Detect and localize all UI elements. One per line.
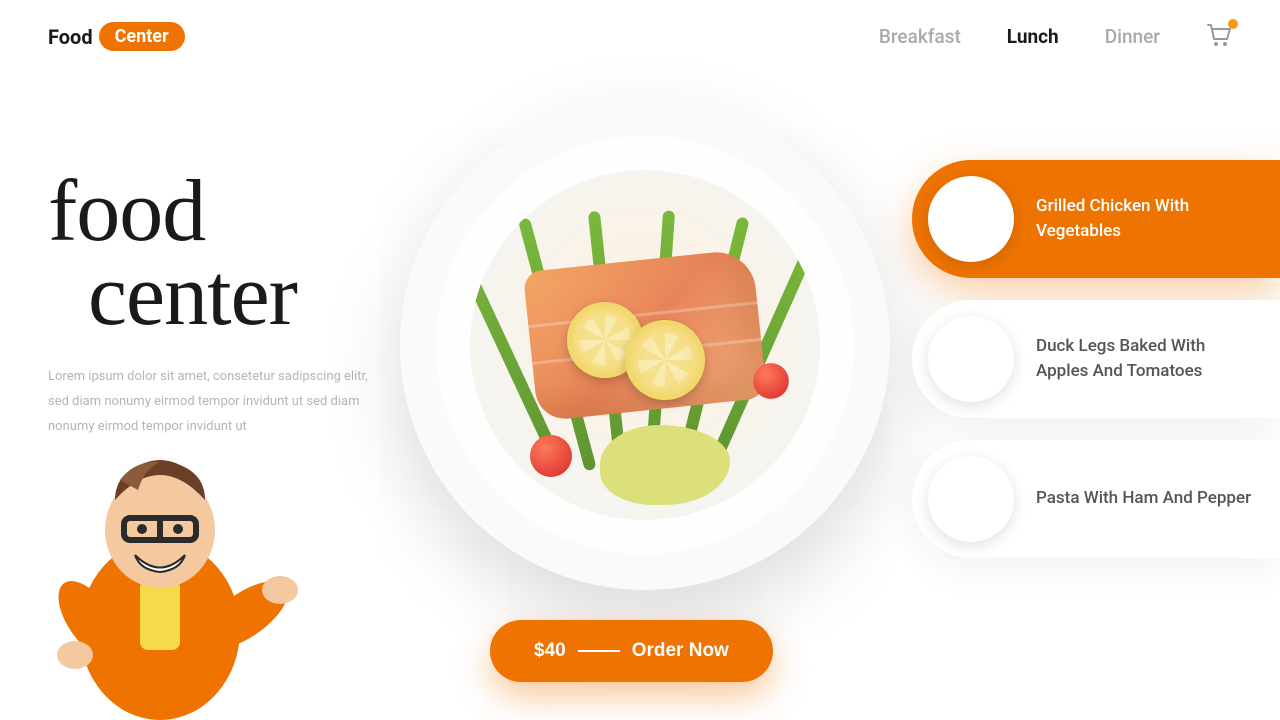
dish-thumbnail (928, 316, 1014, 402)
hero-section: food center Lorem ipsum dolor sit amet, … (48, 170, 398, 439)
dish-thumbnail (928, 176, 1014, 262)
order-price: $40 (534, 640, 566, 662)
menu-item-label: Duck Legs Baked With Apples And Tomatoes (1036, 334, 1256, 385)
nav-item-dinner[interactable]: Dinner (1105, 25, 1160, 48)
menu-item-pasta[interactable]: Pasta With Ham And Pepper (912, 440, 1280, 558)
featured-dish-image (400, 100, 890, 590)
hero-title: food center (48, 170, 398, 337)
logo-word-2: Center (99, 22, 185, 51)
menu-item-duck-legs[interactable]: Duck Legs Baked With Apples And Tomatoes (912, 300, 1280, 418)
menu-list: Grilled Chicken With Vegetables Duck Leg… (912, 160, 1280, 558)
hero-title-line-1: food (48, 163, 205, 260)
order-now-button[interactable]: $40 Order Now (490, 620, 773, 682)
menu-item-label: Grilled Chicken With Vegetables (1036, 194, 1256, 245)
cart-icon[interactable] (1206, 23, 1232, 51)
nav-item-breakfast[interactable]: Breakfast (879, 25, 961, 48)
order-cta-label: Order Now (632, 640, 729, 662)
nav-item-lunch[interactable]: Lunch (1007, 25, 1059, 48)
menu-item-label: Pasta With Ham And Pepper (1036, 486, 1251, 512)
mascot-illustration (20, 420, 300, 720)
divider-icon (578, 650, 620, 652)
dish-thumbnail (928, 456, 1014, 542)
menu-item-grilled-chicken[interactable]: Grilled Chicken With Vegetables (912, 160, 1280, 278)
main-nav: Breakfast Lunch Dinner (879, 23, 1232, 51)
logo-word-1: Food (48, 25, 93, 49)
hero-title-line-2: center (48, 254, 398, 338)
logo[interactable]: Food Center (48, 22, 185, 51)
